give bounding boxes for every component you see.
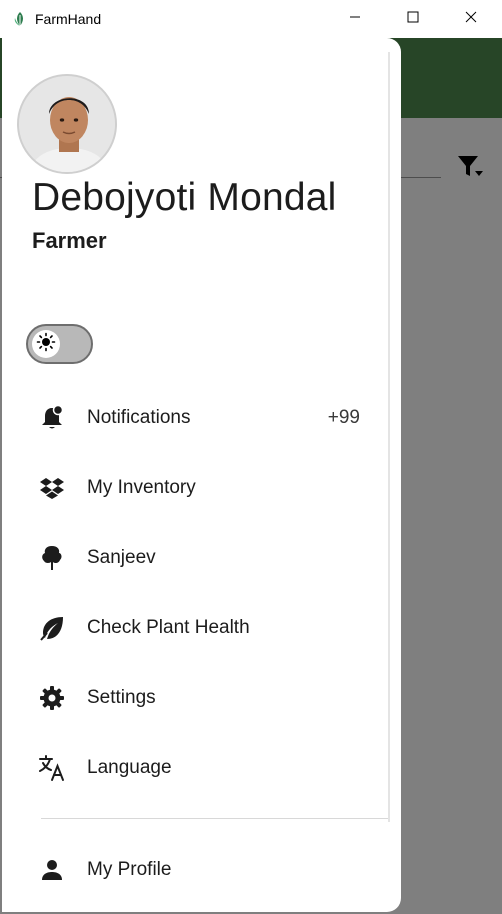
window-titlebar: FarmHand — [0, 0, 502, 38]
menu-item-check-plant-health[interactable]: Check Plant Health — [2, 598, 388, 658]
menu-item-label: My Inventory — [87, 477, 196, 498]
leaf-icon — [12, 11, 28, 27]
menu-item-settings[interactable]: Settings — [2, 668, 388, 728]
toggle-knob — [32, 330, 60, 358]
leaf-icon — [38, 614, 66, 642]
menu-item-my-profile[interactable]: My Profile — [2, 840, 388, 900]
window-title: FarmHand — [35, 11, 102, 27]
menu-item-label: My Profile — [87, 859, 172, 880]
notification-count-badge: +99 — [327, 407, 360, 428]
menu-divider — [41, 818, 388, 819]
avatar[interactable] — [17, 74, 117, 174]
theme-toggle[interactable] — [26, 324, 93, 364]
menu-item-notifications[interactable]: Notifications +99 — [2, 388, 388, 448]
user-role: Farmer — [32, 228, 107, 253]
minimize-icon — [349, 10, 361, 28]
tree-icon — [38, 544, 66, 572]
drawer-scrollbar[interactable] — [388, 52, 390, 822]
maximize-icon — [407, 10, 419, 28]
bell-icon — [38, 404, 66, 432]
close-icon — [465, 10, 477, 28]
menu-item-my-inventory[interactable]: My Inventory — [2, 458, 388, 518]
menu-item-sanjeev[interactable]: Sanjeev — [2, 528, 388, 588]
minimize-button[interactable] — [326, 0, 384, 38]
translate-icon — [38, 754, 66, 782]
menu-item-language[interactable]: Language — [2, 738, 388, 798]
menu-item-label: Check Plant Health — [87, 617, 250, 638]
dropbox-icon — [38, 474, 66, 502]
menu-item-label: Language — [87, 757, 172, 778]
sun-icon — [36, 332, 56, 357]
menu-item-label: Notifications — [87, 407, 191, 428]
navigation-drawer: Debojyoti Mondal Farmer Notifications +9… — [2, 38, 401, 912]
maximize-button[interactable] — [384, 0, 442, 38]
menu-item-label: Settings — [87, 687, 156, 708]
person-icon — [38, 856, 66, 884]
gear-icon — [38, 684, 66, 712]
menu-item-label: Sanjeev — [87, 547, 156, 568]
close-button[interactable] — [442, 0, 500, 38]
user-name: Debojyoti Mondal — [32, 176, 337, 219]
